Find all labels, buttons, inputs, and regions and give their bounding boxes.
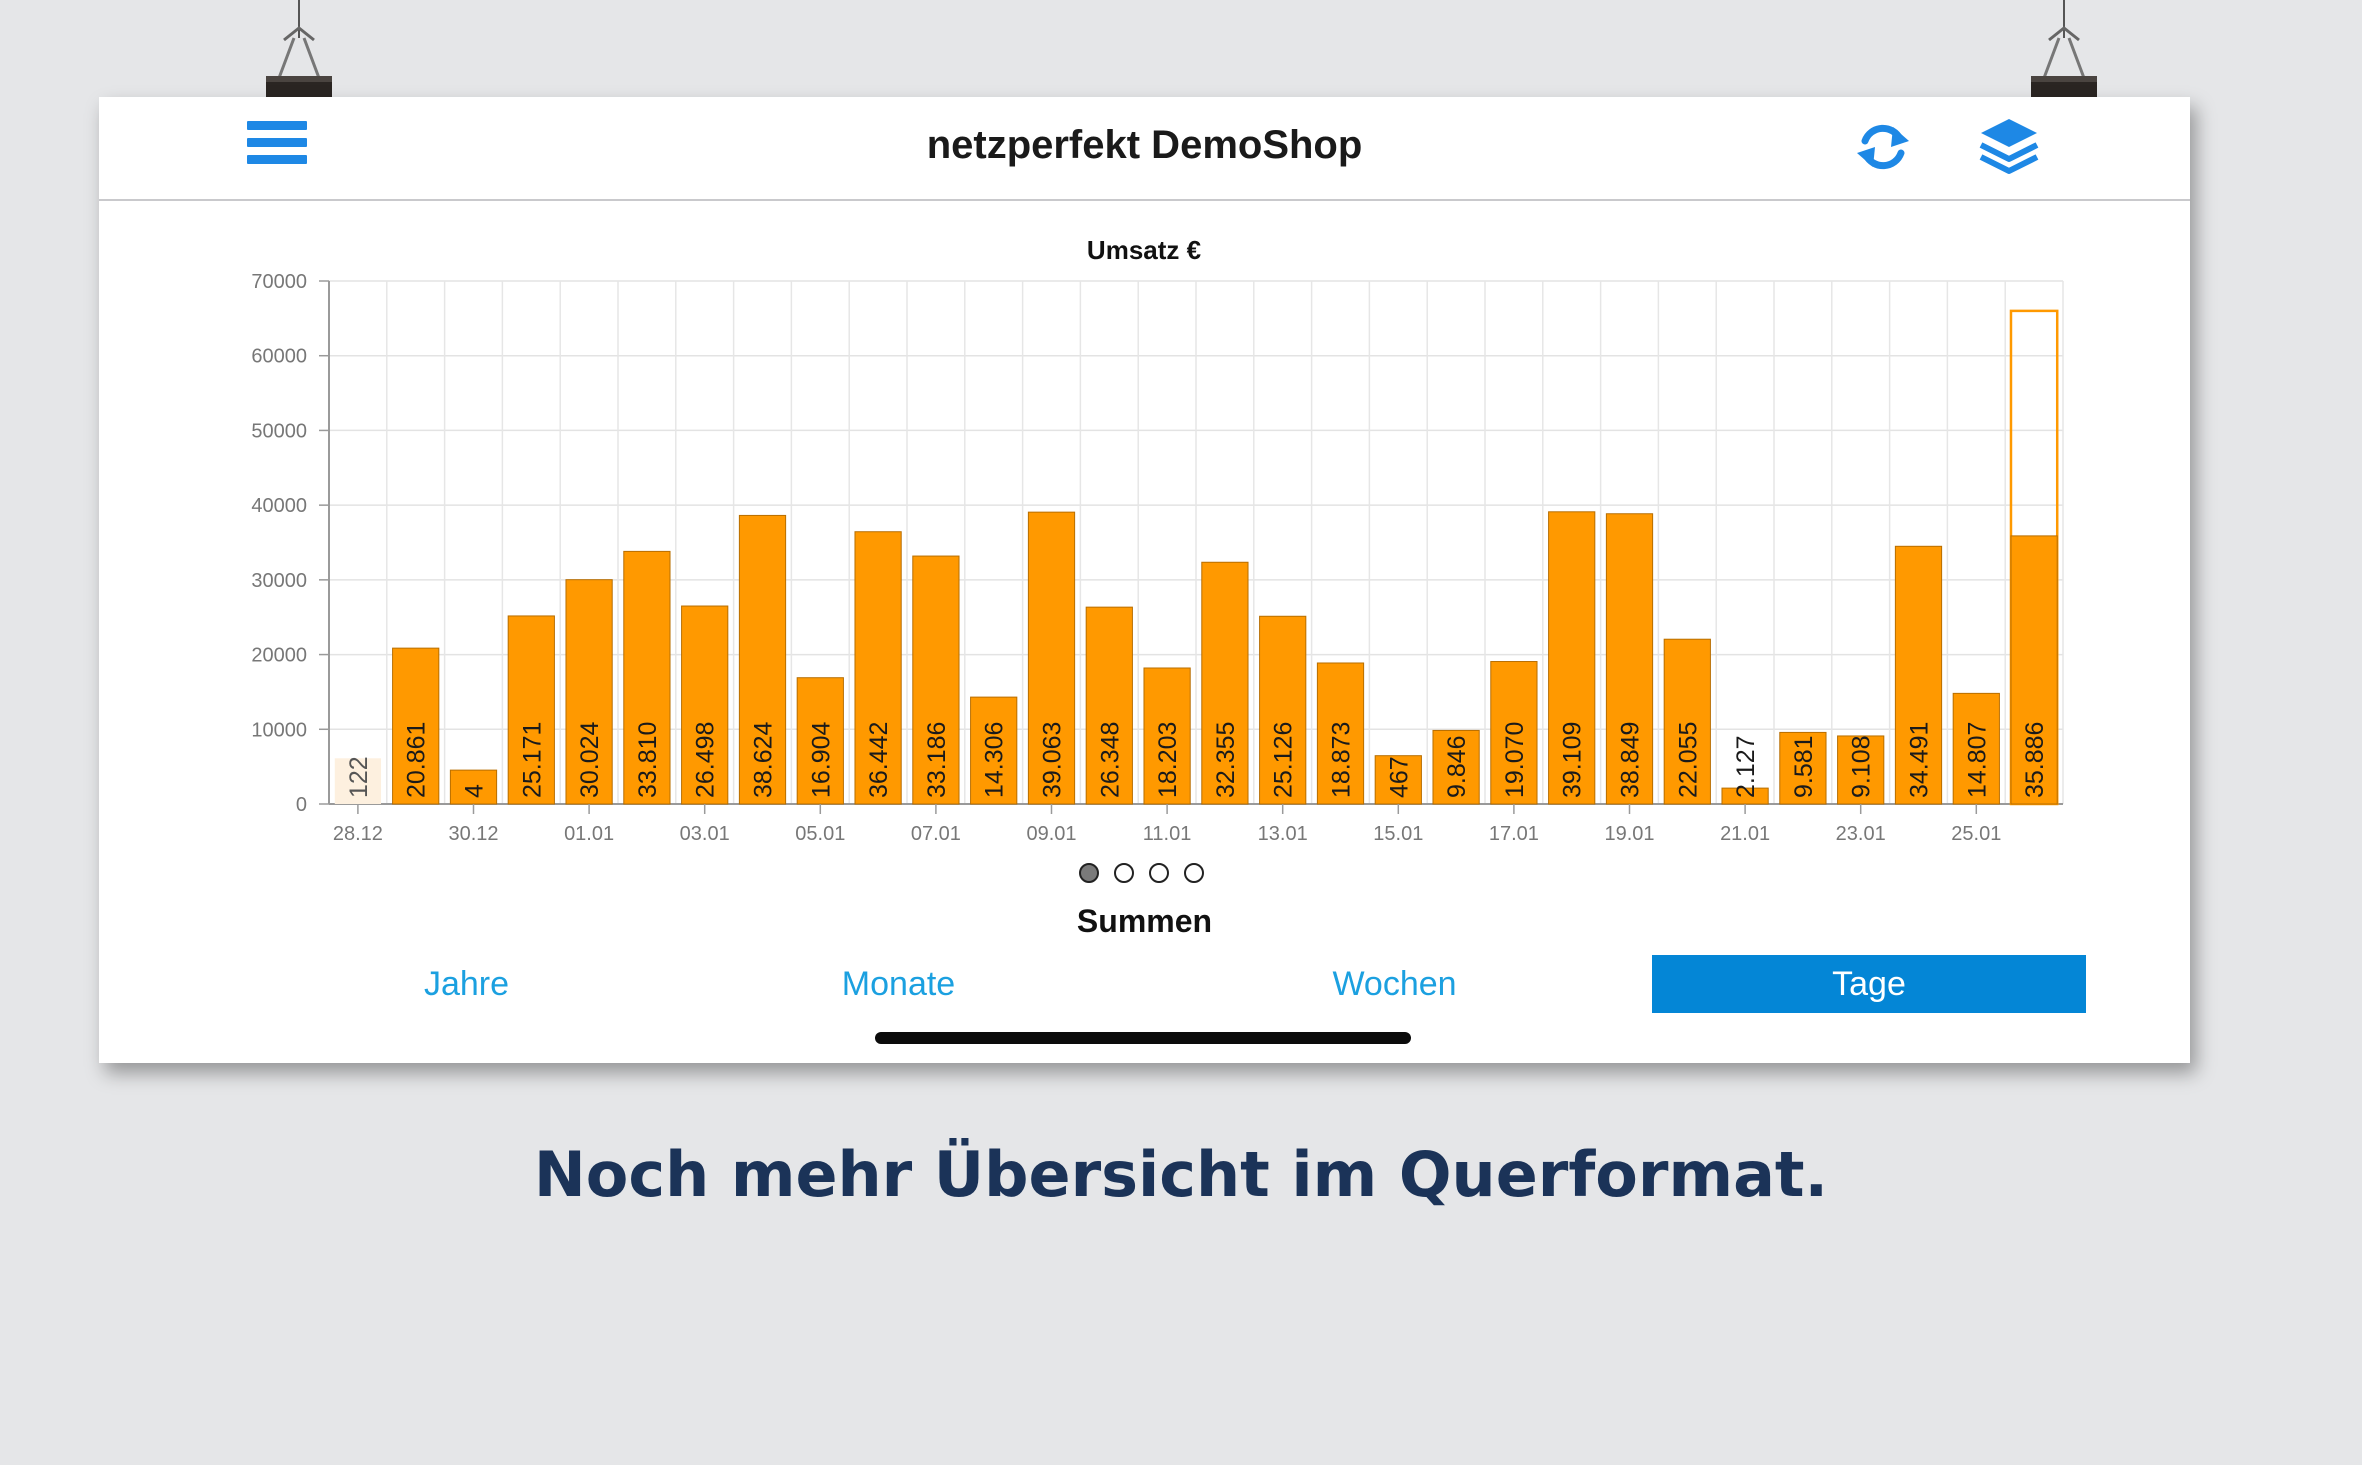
x-tick-label: 28.12 xyxy=(333,823,383,845)
bar-value-label: 9.581 xyxy=(1790,735,1818,798)
y-tick-label: 0 xyxy=(296,794,307,816)
tab-wochen[interactable]: Wochen xyxy=(1177,955,1612,1013)
bar-value-label: 35.886 xyxy=(2021,722,2049,798)
bar-value-label: 9.108 xyxy=(1848,735,1876,798)
revenue-bar-chart[interactable]: Umsatz € 0 10000 20000 30000 40000 50000 60000 7… xyxy=(99,217,2190,857)
x-tick-label: 07.01 xyxy=(911,823,961,845)
bar-value-label: 4 xyxy=(461,784,489,798)
x-tick-label: 03.01 xyxy=(680,823,730,845)
page-dot[interactable] xyxy=(1114,863,1134,883)
bar-value-label: 19.070 xyxy=(1501,722,1529,798)
x-tick-label: 15.01 xyxy=(1373,823,1423,845)
bar-value-label: 38.849 xyxy=(1617,722,1645,798)
y-tick-label: 10000 xyxy=(251,719,307,741)
bar-value-label: 26.498 xyxy=(692,722,720,798)
section-title: Summen xyxy=(1076,903,1213,939)
x-tick-label: 11.01 xyxy=(1143,823,1192,845)
layers-icon[interactable] xyxy=(1977,115,2041,179)
y-tick-label: 50000 xyxy=(251,420,307,442)
bar-value-label: 39.109 xyxy=(1559,722,1587,798)
bar-value-label: 36.442 xyxy=(865,722,893,798)
marketing-caption: Noch mehr Übersicht im Querformat. xyxy=(533,1138,1829,1211)
bar-value-label: 38.624 xyxy=(750,721,778,798)
bar-value-label: 22.055 xyxy=(1674,722,1702,798)
tab-tage[interactable]: Tage xyxy=(1652,955,2086,1013)
bar-value-label: 14.306 xyxy=(981,722,1009,798)
bar-value-label: 122 xyxy=(345,756,373,798)
bar-value-label: 9.846 xyxy=(1443,735,1471,798)
bar-value-label: 26.348 xyxy=(1096,722,1124,798)
bar-value-label: 18.873 xyxy=(1328,722,1356,798)
refresh-icon[interactable] xyxy=(1853,117,1913,177)
x-tick-label: 17.01 xyxy=(1489,823,1539,845)
bar-value-label: 32.355 xyxy=(1212,722,1240,798)
bar-value-label: 14.807 xyxy=(1963,722,1991,798)
bar-value-label: 34.491 xyxy=(1906,722,1934,798)
navigation-bar: netzperfekt DemoShop xyxy=(99,97,2190,201)
bar-value-label: 33.810 xyxy=(634,722,662,798)
x-tick-label: 19.01 xyxy=(1604,823,1654,845)
home-indicator xyxy=(875,1032,1411,1044)
bar-value-label: 18.203 xyxy=(1154,722,1182,798)
x-tick-label: 25.01 xyxy=(1951,823,2001,845)
bar-value-label: 30.024 xyxy=(576,721,604,798)
x-tick-label: 30.12 xyxy=(448,823,498,845)
bar-value-label: 2.127 xyxy=(1732,735,1760,798)
tab-jahre[interactable]: Jahre xyxy=(249,955,684,1013)
x-tick-label: 05.01 xyxy=(795,823,845,845)
bar-value-label: 39.063 xyxy=(1039,722,1067,798)
bar-value-label: 16.904 xyxy=(807,721,835,798)
page-dot[interactable] xyxy=(1079,863,1099,883)
page-indicator[interactable] xyxy=(1079,863,1259,889)
period-tabs: Jahre Monate Wochen Tage xyxy=(99,955,2190,1013)
y-tick-label: 40000 xyxy=(251,495,307,517)
bar-value-label: 25.126 xyxy=(1270,722,1298,798)
bar-value-label: 20.861 xyxy=(403,722,431,798)
x-tick-label: 13.01 xyxy=(1258,823,1308,845)
y-tick-label: 20000 xyxy=(251,645,307,667)
bar-value-label: 33.186 xyxy=(923,722,951,798)
y-tick-label: 70000 xyxy=(251,271,307,293)
x-tick-label: 01.01 xyxy=(564,823,614,845)
chart-title: Umsatz € xyxy=(1087,235,1201,265)
y-tick-label: 30000 xyxy=(251,570,307,592)
page-dot[interactable] xyxy=(1149,863,1169,883)
tab-monate[interactable]: Monate xyxy=(681,955,1116,1013)
x-tick-label: 09.01 xyxy=(1026,823,1076,845)
bar-value-label: 467 xyxy=(1385,756,1413,798)
x-tick-label: 23.01 xyxy=(1836,823,1886,845)
y-tick-label: 60000 xyxy=(251,346,307,368)
app-screen-card: netzperfekt DemoShop Umsatz € 0 10000 20000… xyxy=(99,97,2190,1063)
page-dot[interactable] xyxy=(1184,863,1204,883)
x-tick-label: 21.01 xyxy=(1720,823,1770,845)
bar-value-label: 25.171 xyxy=(518,722,546,798)
